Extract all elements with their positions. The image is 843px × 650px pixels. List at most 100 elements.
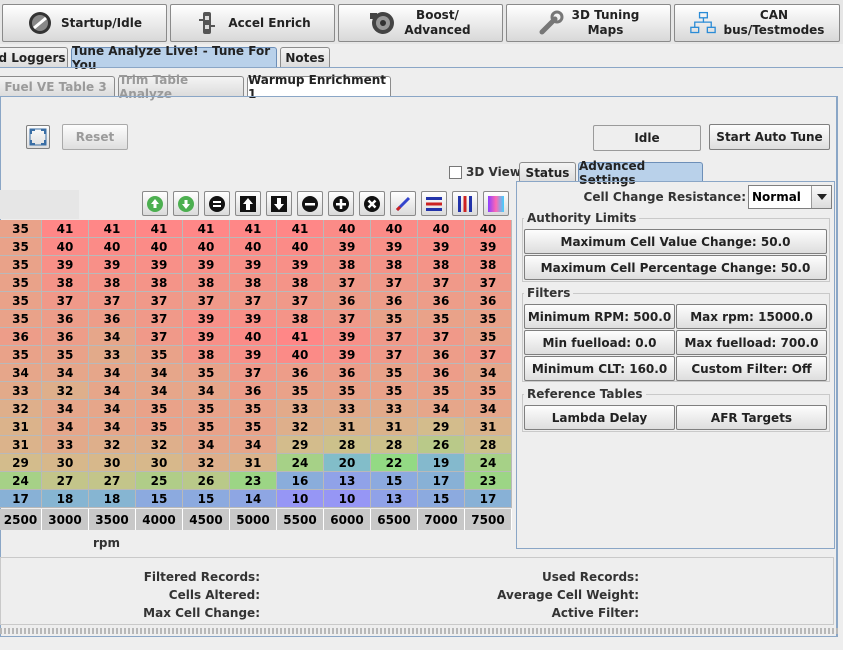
table-cell[interactable]: 40 (230, 328, 277, 346)
table-cell[interactable]: 34 (89, 328, 136, 346)
table-cell[interactable]: 27 (89, 472, 136, 490)
table-cell[interactable]: 35 (0, 238, 42, 256)
table-cell[interactable]: 34 (418, 400, 465, 418)
multiply-button[interactable] (359, 191, 385, 216)
table-cell[interactable]: 37 (42, 292, 89, 310)
table-cell[interactable]: 39 (89, 256, 136, 274)
table-cell[interactable]: 34 (89, 382, 136, 400)
table-cell[interactable]: 39 (324, 238, 371, 256)
table-cell[interactable]: 36 (418, 292, 465, 310)
table-cell[interactable]: 39 (183, 256, 230, 274)
table-cell[interactable]: 41 (230, 220, 277, 238)
table-cell[interactable]: 36 (277, 364, 324, 382)
table-cell[interactable]: 36 (418, 346, 465, 364)
startup-idle-button[interactable]: Startup/Idle (2, 4, 167, 42)
table-cell[interactable]: 35 (277, 382, 324, 400)
table-cell[interactable]: 22 (371, 454, 418, 472)
table-cell[interactable]: 34 (42, 364, 89, 382)
table-cell[interactable]: 40 (465, 220, 512, 238)
table-cell[interactable]: 37 (136, 310, 183, 328)
tab-advanced-settings[interactable]: Advanced Settings (578, 159, 703, 187)
table-cell[interactable]: 32 (0, 400, 42, 418)
table-cell[interactable]: 35 (0, 256, 42, 274)
x-axis-cell[interactable]: 5500 (277, 509, 324, 530)
table-cell[interactable]: 35 (0, 346, 42, 364)
table-cell[interactable]: 18 (89, 490, 136, 508)
table-cell[interactable]: 37 (136, 292, 183, 310)
table-cell[interactable]: 38 (418, 256, 465, 274)
table-cell[interactable]: 30 (42, 454, 89, 472)
table-cell[interactable]: 36 (230, 382, 277, 400)
cell-change-resistance-select[interactable]: Normal (748, 185, 832, 209)
table-cell[interactable]: 30 (136, 454, 183, 472)
table-cell[interactable]: 25 (136, 472, 183, 490)
x-axis-cell[interactable]: 4500 (183, 509, 230, 530)
table-cell[interactable]: 39 (230, 310, 277, 328)
table-cell[interactable]: 34 (136, 364, 183, 382)
table-cell[interactable]: 35 (136, 418, 183, 436)
table-cell[interactable]: 38 (277, 310, 324, 328)
table-cell[interactable]: 34 (89, 418, 136, 436)
table-cell[interactable]: 39 (371, 238, 418, 256)
table-cell[interactable]: 39 (230, 346, 277, 364)
max-cell-percentage-change-button[interactable]: Maximum Cell Percentage Change: 50.0 (524, 255, 827, 280)
table-cell[interactable]: 26 (418, 436, 465, 454)
table-cell[interactable]: 13 (324, 472, 371, 490)
x-axis-cell[interactable]: 4000 (136, 509, 183, 530)
table-cell[interactable]: 28 (371, 436, 418, 454)
table-cell[interactable]: 41 (136, 220, 183, 238)
table-cell[interactable]: 18 (42, 490, 89, 508)
tab-data-loggers[interactable]: d Loggers (0, 47, 68, 67)
tab-tune-analyze-live[interactable]: Tune Analyze Live! - Tune For You (71, 44, 277, 72)
table-cell[interactable]: 36 (418, 364, 465, 382)
table-cell[interactable]: 31 (465, 418, 512, 436)
table-cell[interactable]: 37 (324, 310, 371, 328)
table-cell[interactable]: 41 (89, 220, 136, 238)
table-cell[interactable]: 40 (324, 220, 371, 238)
x-axis-cell[interactable]: 3000 (42, 509, 89, 530)
table-cell[interactable]: 36 (42, 310, 89, 328)
table-cell[interactable]: 38 (183, 346, 230, 364)
table-cell[interactable]: 34 (89, 364, 136, 382)
table-cell[interactable]: 34 (183, 436, 230, 454)
table-cell[interactable]: 39 (465, 238, 512, 256)
table-cell[interactable]: 23 (465, 472, 512, 490)
table-cell[interactable]: 31 (371, 418, 418, 436)
table-cell[interactable]: 38 (42, 274, 89, 292)
table-cell[interactable]: 38 (465, 256, 512, 274)
afr-targets-button[interactable]: AFR Targets (676, 405, 827, 430)
subtract-button[interactable] (297, 191, 323, 216)
x-axis-cell[interactable]: 3500 (89, 509, 136, 530)
table-cell[interactable]: 38 (371, 256, 418, 274)
max-cell-value-change-button[interactable]: Maximum Cell Value Change: 50.0 (524, 229, 827, 254)
table-cell[interactable]: 23 (230, 472, 277, 490)
table-cell[interactable]: 37 (465, 274, 512, 292)
table-cell[interactable]: 40 (183, 238, 230, 256)
tab-notes[interactable]: Notes (280, 47, 330, 67)
table-cell[interactable]: 34 (42, 400, 89, 418)
table-cell[interactable]: 35 (418, 310, 465, 328)
x-axis-cell[interactable]: 6000 (324, 509, 371, 530)
table-cell[interactable]: 15 (136, 490, 183, 508)
table-cell[interactable]: 40 (277, 238, 324, 256)
table-cell[interactable]: 37 (418, 274, 465, 292)
table-cell[interactable]: 27 (42, 472, 89, 490)
color-scale-button[interactable] (483, 191, 509, 216)
table-cell[interactable]: 31 (230, 454, 277, 472)
table-cell[interactable]: 19 (418, 454, 465, 472)
table-cell[interactable]: 38 (89, 274, 136, 292)
table-cell[interactable]: 35 (42, 346, 89, 364)
interpolate-button[interactable] (390, 191, 416, 216)
table-cell[interactable]: 35 (324, 382, 371, 400)
table-cell[interactable]: 35 (418, 382, 465, 400)
table-cell[interactable]: 39 (42, 256, 89, 274)
table-cell[interactable]: 17 (0, 490, 42, 508)
table-cell[interactable]: 10 (324, 490, 371, 508)
fullscreen-button[interactable] (26, 125, 50, 149)
table-cell[interactable]: 39 (183, 328, 230, 346)
table-cell[interactable]: 35 (465, 328, 512, 346)
table-cell[interactable]: 39 (136, 256, 183, 274)
table-cell[interactable]: 39 (324, 328, 371, 346)
table-cell[interactable]: 24 (277, 454, 324, 472)
table-cell[interactable]: 35 (230, 418, 277, 436)
